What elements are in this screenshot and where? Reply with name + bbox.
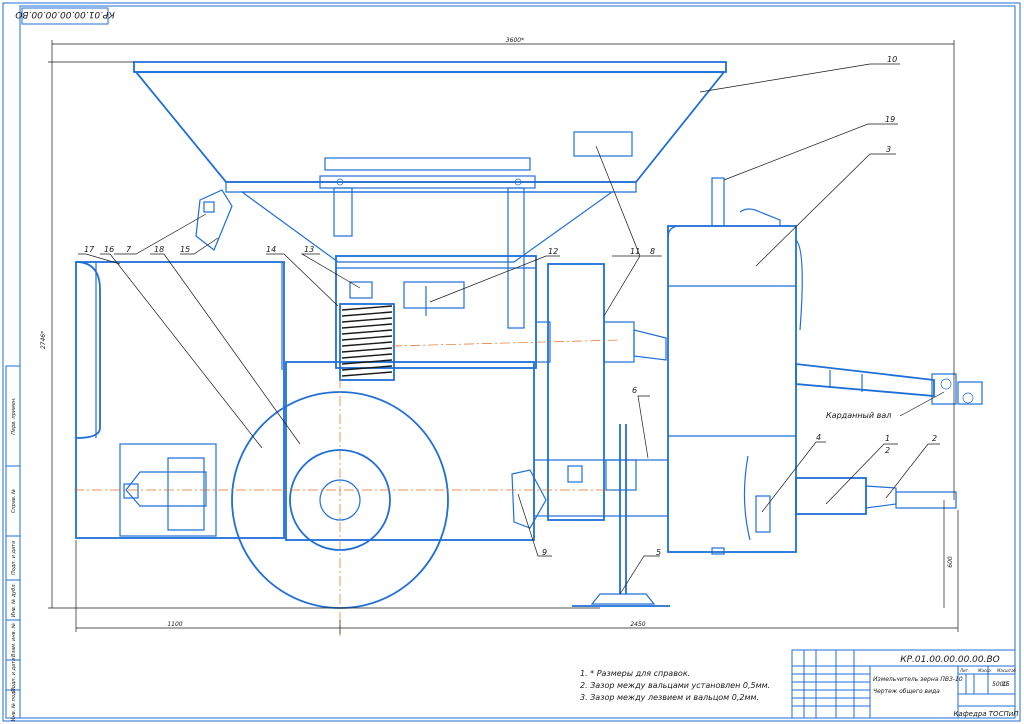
technical-notes: 1. * Размеры для справок. 2. Зазор между… xyxy=(580,669,770,702)
title-designation: КР.01.00.00.00.00.ВО xyxy=(900,655,1000,665)
motor-tank xyxy=(667,177,803,555)
drawing-sheet: КР.01.00.00.00.00.ВО Перв. примен. Справ… xyxy=(0,0,1024,724)
callout-2: 2 xyxy=(932,434,937,443)
drawbar xyxy=(795,477,957,515)
callout-17: 17 xyxy=(84,245,95,254)
top-stamp: КР.01.00.00.00.00.ВО xyxy=(15,9,115,19)
gear-housing xyxy=(547,263,667,521)
note-1: 1. * Размеры для справок. xyxy=(580,669,690,678)
side-label-5: Взам. инв. № xyxy=(11,623,17,657)
side-label-1: Перв. примен. xyxy=(11,397,17,435)
title-block: КР.01.00.00.00.00.ВО Измельчитель зерна … xyxy=(791,649,1019,719)
intake-hood xyxy=(75,261,285,539)
callout-7: 7 xyxy=(126,245,132,254)
dim-left-part: 1100 xyxy=(167,621,182,628)
technical-drawing: КР.01.00.00.00.00.ВО Перв. примен. Справ… xyxy=(2,2,1021,722)
callout-9: 9 xyxy=(542,548,547,557)
label-mass: Масса xyxy=(978,668,991,673)
exhaust-pipe xyxy=(711,177,725,227)
side-label-3: Подп. и дата xyxy=(11,541,17,575)
dim-clearance: 600 xyxy=(947,556,954,568)
callout-14: 14 xyxy=(266,245,276,254)
hopper-support xyxy=(319,157,536,329)
title-department: Кафедра ТОСПиП xyxy=(953,710,1019,718)
callout-10: 10 xyxy=(887,55,897,64)
callout-3: 3 xyxy=(886,145,891,154)
callout-6: 6 xyxy=(632,386,637,395)
hopper xyxy=(133,61,727,263)
callout-12: 12 xyxy=(548,247,558,256)
side-label-2: Справ. № xyxy=(11,489,17,513)
dim-right-part: 2450 xyxy=(630,621,645,628)
callout-8: 8 xyxy=(650,247,655,256)
dim-height: 2746* xyxy=(40,331,47,349)
title-line-1: Измельчитель зерна ПВЗ-10 xyxy=(873,676,963,683)
callout-18: 18 xyxy=(154,245,164,254)
dimension-lines: 3600* 2746* 1100 2450 600 xyxy=(40,37,959,634)
note-3: 3. Зазор между лезвием и вальцом 0,2мм. xyxy=(580,693,759,702)
callout-15: 15 xyxy=(180,245,190,254)
callout-numbers: 10 19 3 8 11 12 13 14 15 18 7 16 17 9 5 … xyxy=(84,55,937,557)
jack-stand xyxy=(572,424,670,607)
lower-frame xyxy=(511,459,669,529)
shaft-axis xyxy=(391,339,621,347)
callout-19: 19 xyxy=(885,115,895,124)
nameplate xyxy=(573,131,633,157)
callout-1: 1 xyxy=(885,434,890,443)
callout-5: 5 xyxy=(656,548,661,557)
side-label-4: Инв. № дубл. xyxy=(11,583,17,617)
dim-overall-length: 3600* xyxy=(506,37,524,44)
callout-4: 4 xyxy=(816,433,821,442)
title-sheet: 15 xyxy=(1002,681,1010,688)
grinder-body xyxy=(285,255,551,541)
label-scale: Масштаб xyxy=(997,668,1017,673)
note-2: 2. Зазор между вальцами установлен 0,5мм… xyxy=(580,681,770,690)
title-line-2: Чертеж общего вида xyxy=(873,688,940,695)
callout-11: 11 xyxy=(630,247,640,256)
cardan-label: Карданный вал xyxy=(826,411,891,420)
label-litera: Лит. xyxy=(959,668,969,673)
callout-1-sub: 2 xyxy=(885,446,890,455)
side-label-7: Инв. № подл. xyxy=(11,687,17,722)
callout-16: 16 xyxy=(104,245,114,254)
callout-13: 13 xyxy=(304,245,314,254)
